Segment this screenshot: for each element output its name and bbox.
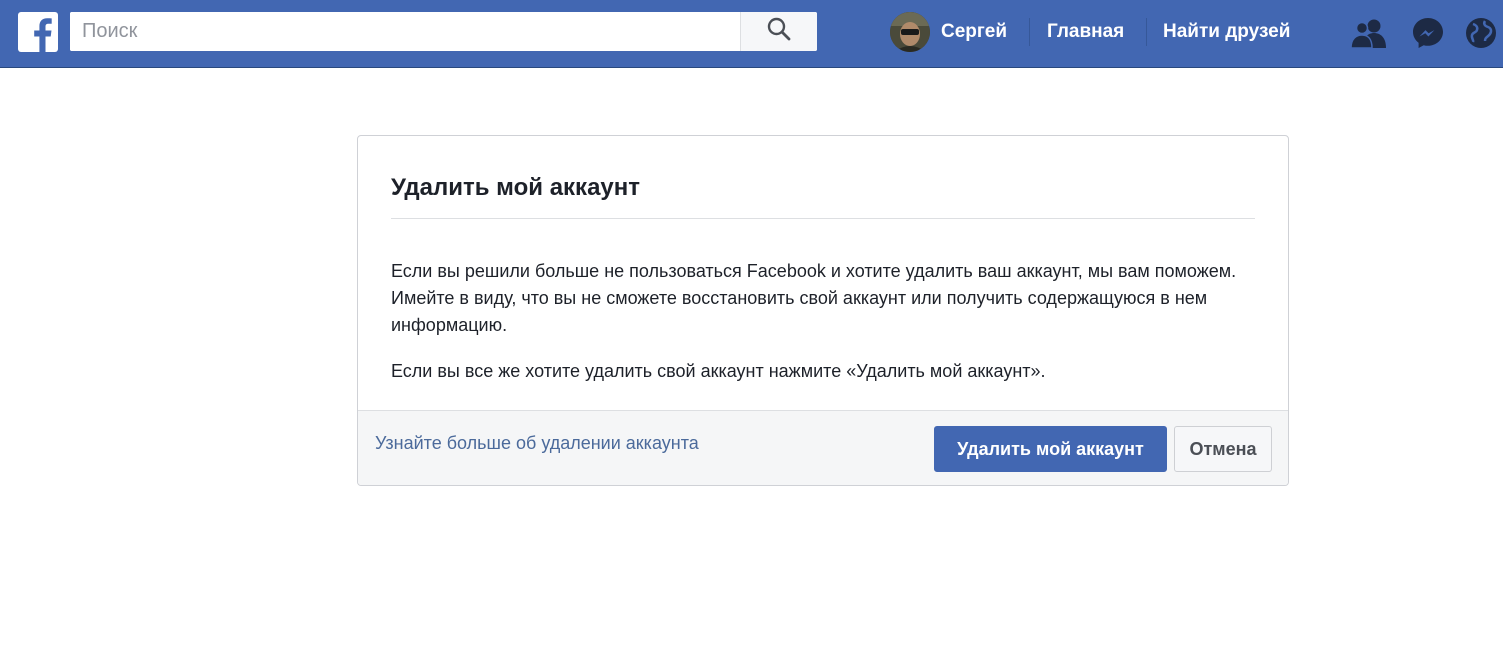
nav-divider bbox=[1029, 18, 1030, 46]
nav-home-link[interactable]: Главная bbox=[1047, 12, 1124, 52]
nav-divider bbox=[1146, 18, 1147, 46]
dialog-title: Удалить мой аккаунт bbox=[391, 174, 641, 201]
messenger-icon[interactable] bbox=[1409, 14, 1447, 52]
friend-requests-icon[interactable] bbox=[1350, 14, 1388, 52]
profile-name: Сергей bbox=[941, 21, 1008, 42]
nav-find-friends-link[interactable]: Найти друзей bbox=[1163, 12, 1290, 52]
learn-more-link[interactable]: Узнайте больше об удалении аккаунта bbox=[375, 433, 699, 454]
facebook-logo-icon[interactable] bbox=[18, 12, 58, 52]
profile-link[interactable]: Сергей bbox=[890, 12, 1007, 52]
delete-account-button[interactable]: Удалить мой аккаунт bbox=[934, 426, 1167, 472]
cancel-button[interactable]: Отмена bbox=[1174, 426, 1272, 472]
dialog-warning-text: Если вы решили больше не пользоваться Fa… bbox=[391, 261, 1237, 335]
search-button[interactable] bbox=[740, 12, 817, 51]
dialog-instruction-text: Если вы все же хотите удалить свой аккау… bbox=[391, 361, 1046, 381]
magnifier-icon bbox=[766, 16, 792, 47]
title-divider bbox=[391, 218, 1255, 219]
nav-find-friends-label: Найти друзей bbox=[1163, 21, 1291, 42]
delete-account-dialog: Удалить мой аккаунт Если вы решили больш… bbox=[357, 135, 1289, 486]
search-box bbox=[70, 12, 817, 51]
notifications-globe-icon[interactable] bbox=[1462, 14, 1500, 52]
user-avatar bbox=[890, 12, 930, 52]
nav-home-label: Главная bbox=[1047, 21, 1125, 42]
top-navigation-bar: Сергей Главная Найти друзей bbox=[0, 0, 1503, 68]
dialog-footer: Узнайте больше об удалении аккаунта Удал… bbox=[358, 410, 1288, 485]
search-input[interactable] bbox=[70, 12, 740, 51]
